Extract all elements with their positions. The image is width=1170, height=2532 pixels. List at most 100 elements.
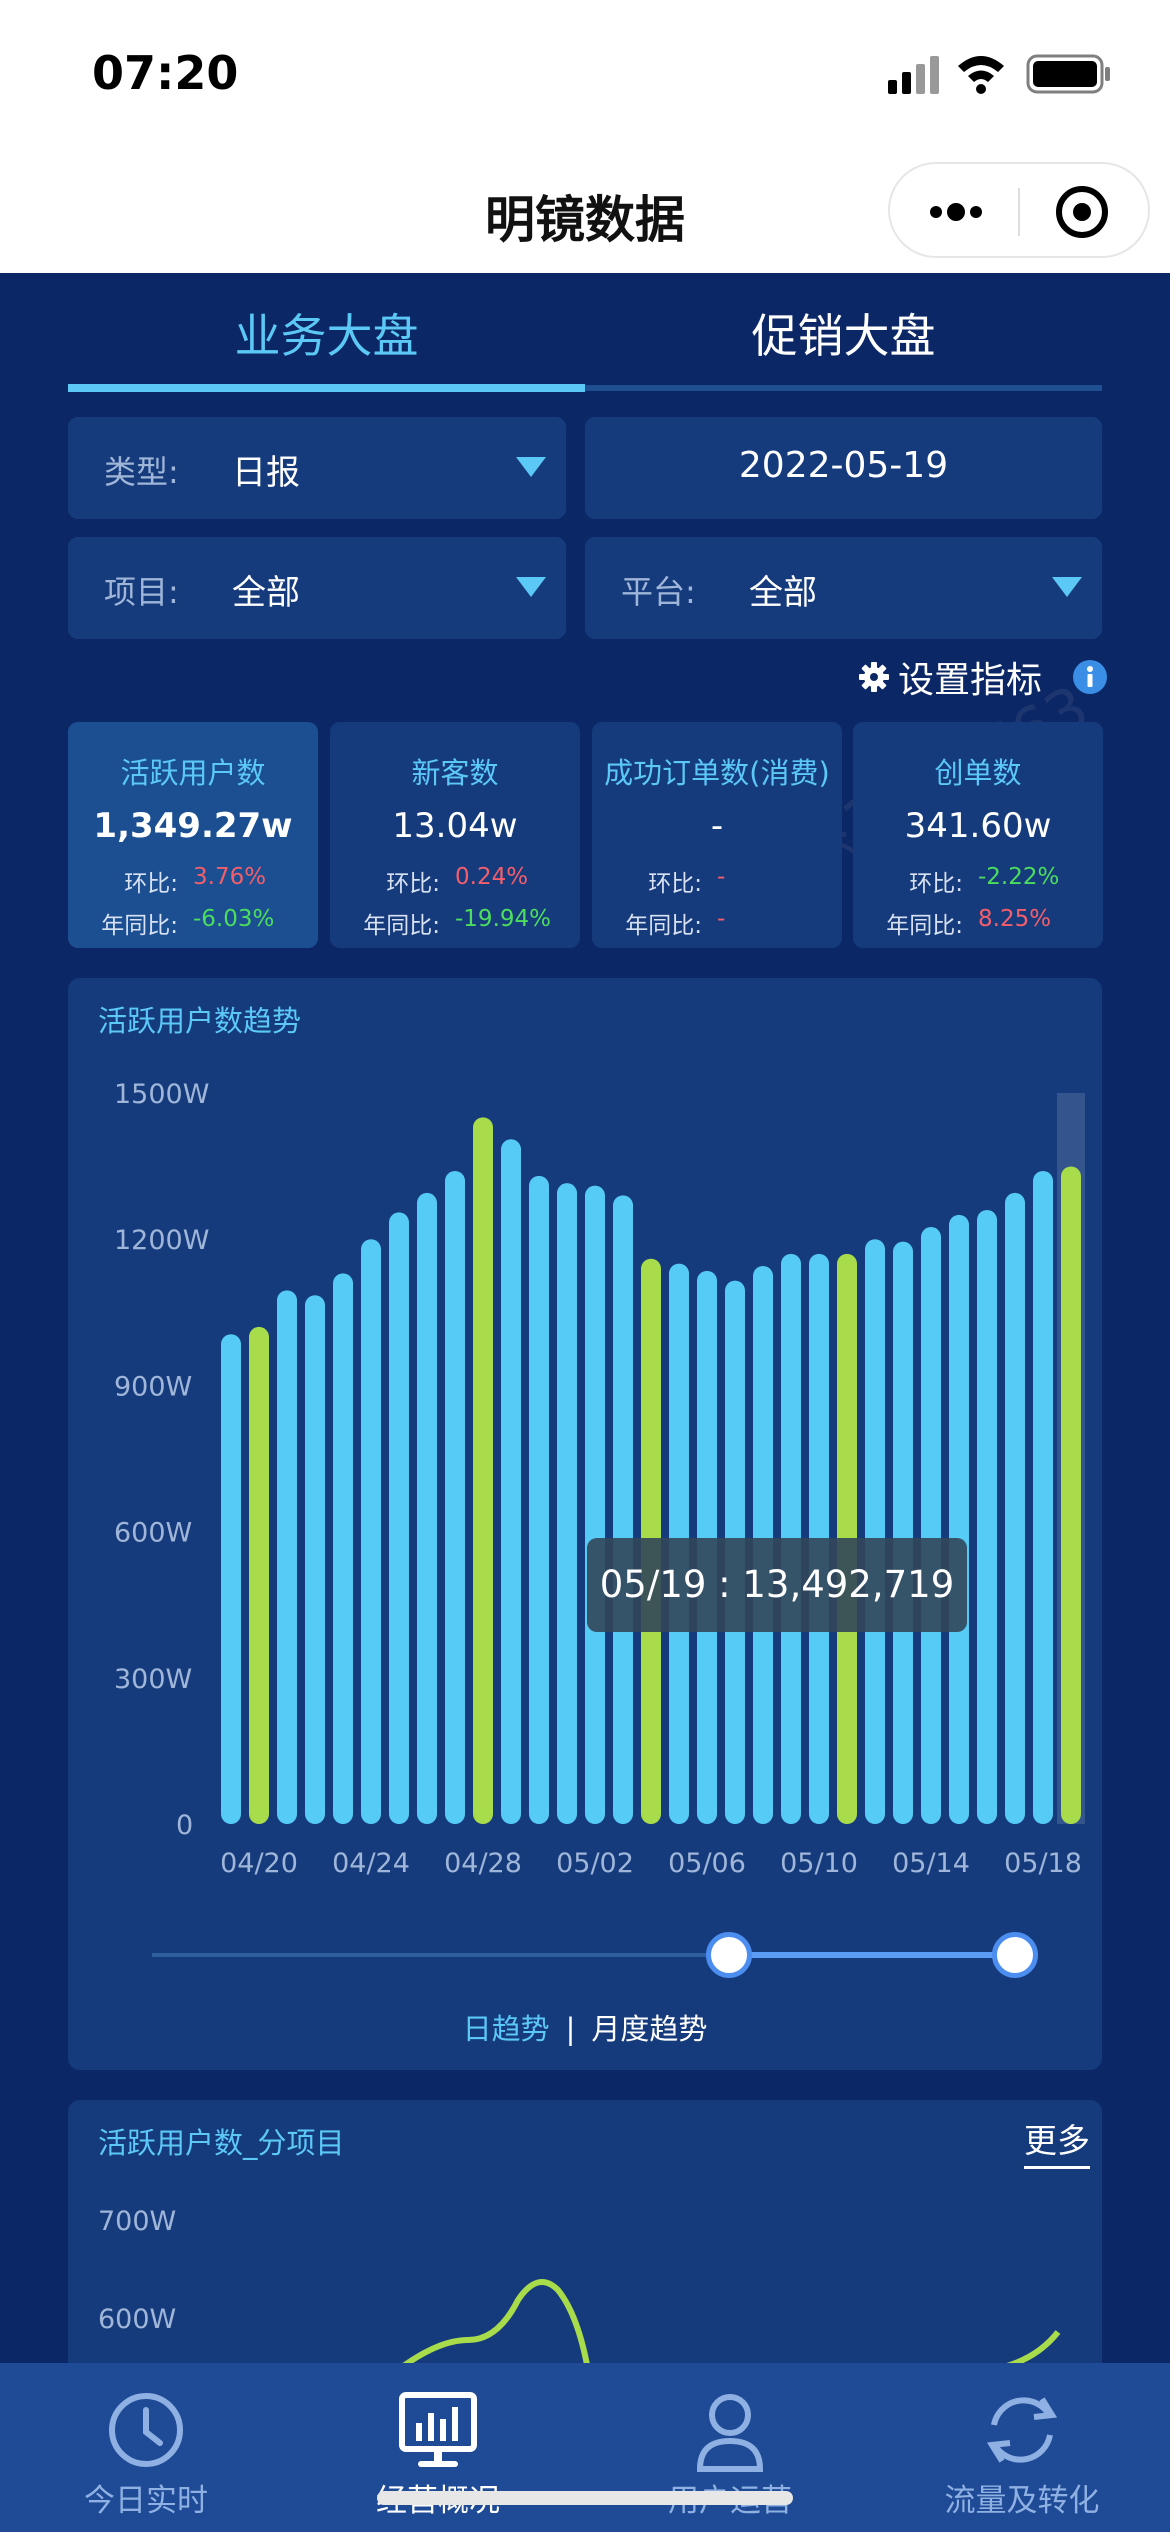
- metric-card[interactable]: 成功订单数(消费) - 环比: - 年同比: -: [592, 722, 842, 948]
- yoy-value: -: [717, 906, 726, 932]
- close-target-icon[interactable]: [1054, 184, 1110, 240]
- chart-bar[interactable]: [585, 1185, 605, 1824]
- bottom-tab-bar: 今日实时 经营概况 用户运营: [0, 2363, 1170, 2532]
- metric-title: 活跃用户数: [120, 756, 266, 790]
- mom-label: 环比:: [386, 871, 440, 897]
- project-label: 项目:: [104, 573, 179, 611]
- yoy-label: 年同比:: [363, 913, 440, 939]
- chart-bar[interactable]: [1005, 1192, 1025, 1824]
- type-select[interactable]: 类型: 日报: [68, 417, 566, 519]
- chart-bar[interactable]: [333, 1273, 353, 1824]
- range-slider-end-handle[interactable]: [992, 1932, 1038, 1978]
- info-icon[interactable]: [1072, 659, 1108, 695]
- yoy-label: 年同比:: [101, 913, 178, 939]
- project-panel: 活跃用户数_分项目 更多 700W 600W: [68, 2100, 1102, 2400]
- trend-switch: 日趋势 | 月度趋势: [68, 2006, 1102, 2048]
- mom-label: 环比:: [124, 871, 178, 897]
- platform-label: 平台:: [621, 573, 696, 611]
- chart-bar[interactable]: [417, 1192, 437, 1824]
- yoy-value: -6.03%: [193, 906, 275, 932]
- capsule-divider: [1018, 188, 1020, 236]
- x-tick-label: 04/28: [444, 1848, 522, 1879]
- settings-metrics-button[interactable]: 设置指标: [858, 652, 1108, 702]
- clock-icon: [109, 2393, 183, 2467]
- y-tick-label: 700W: [98, 2206, 176, 2237]
- tab-business[interactable]: 业务大盘: [68, 300, 585, 366]
- chart-bar[interactable]: [249, 1326, 269, 1824]
- tabbar-label: 流量及转化: [944, 2483, 1100, 2519]
- tabbar-label: 今日实时: [84, 2483, 208, 2519]
- x-tick-label: 04/20: [220, 1848, 298, 1879]
- x-tick-label: 05/18: [1004, 1848, 1082, 1879]
- tabbar-item-traffic[interactable]: 流量及转化: [876, 2363, 1168, 2532]
- chart-bar[interactable]: [277, 1290, 297, 1824]
- status-time: 07:20: [92, 46, 239, 100]
- metric-value: 341.60w: [904, 806, 1052, 846]
- daily-trend-tab[interactable]: 日趋势: [463, 2012, 550, 2046]
- platform-select[interactable]: 平台: 全部: [585, 537, 1102, 639]
- y-tick-label: 0: [176, 1810, 193, 1841]
- metric-value: 13.04w: [392, 806, 518, 846]
- yoy-label: 年同比:: [886, 913, 963, 939]
- home-indicator: [377, 2491, 793, 2505]
- trend-panel: 活跃用户数趋势 0 300W 600W 900W 1200W 1500W 04/20 04/2…: [68, 978, 1102, 2070]
- metric-card[interactable]: 活跃用户数 1,349.27w 环比: 3.76% 年同比: -6.03%: [68, 722, 318, 948]
- refresh-icon: [986, 2397, 1058, 2463]
- chart-bar[interactable]: [921, 1227, 941, 1824]
- metric-card[interactable]: 新客数 13.04w 环比: 0.24% 年同比: -19.94%: [330, 722, 580, 948]
- trend-switch-divider: |: [565, 2012, 576, 2046]
- y-tick-label: 600W: [114, 1518, 192, 1549]
- metric-title: 新客数: [411, 756, 499, 790]
- y-tick-label: 1500W: [114, 1079, 209, 1110]
- chart-bar[interactable]: [473, 1117, 493, 1824]
- mom-value: -2.22%: [978, 864, 1060, 890]
- chart-bar[interactable]: [1033, 1170, 1053, 1824]
- project-select[interactable]: 项目: 全部: [68, 537, 566, 639]
- tab-promotion[interactable]: 促销大盘: [585, 300, 1102, 366]
- chart-bar[interactable]: [613, 1195, 633, 1824]
- chart-bar[interactable]: [389, 1212, 409, 1824]
- x-tick-label: 05/06: [668, 1848, 746, 1879]
- chart-bar[interactable]: [529, 1175, 549, 1824]
- y-tick-label: 1200W: [114, 1225, 209, 1256]
- metric-card[interactable]: 创单数 341.60w 环比: -2.22% 年同比: 8.25%: [853, 722, 1103, 948]
- chart-bar[interactable]: [221, 1334, 241, 1824]
- tabbar-item-users[interactable]: 用户运营: [584, 2363, 876, 2532]
- project-chart: 700W 600W: [98, 2206, 1061, 2375]
- yoy-label: 年同比:: [625, 913, 702, 939]
- tabbar-item-realtime[interactable]: 今日实时: [0, 2363, 292, 2532]
- metric-title: 成功订单数(消费): [604, 756, 830, 790]
- bar-chart-icon: [399, 2392, 477, 2467]
- status-icons: [888, 54, 1110, 94]
- user-icon: [696, 2394, 764, 2472]
- chart-bar[interactable]: [557, 1183, 577, 1824]
- chart-bar[interactable]: [893, 1241, 913, 1824]
- signal-icon: [888, 56, 939, 94]
- chart-bar[interactable]: [501, 1139, 521, 1824]
- tabbar-item-overview[interactable]: 经营概况: [292, 2363, 584, 2532]
- platform-value: 全部: [749, 573, 817, 613]
- mom-value: -: [717, 864, 726, 890]
- series-line: [396, 2279, 591, 2373]
- date-picker[interactable]: 2022-05-19: [585, 417, 1102, 519]
- dropdown-arrow-icon: [516, 457, 546, 477]
- chart-bar[interactable]: [977, 1209, 997, 1824]
- chart-bar[interactable]: [1061, 1166, 1081, 1824]
- metric-value: 1,349.27w: [93, 806, 293, 846]
- range-slider-start-handle[interactable]: [706, 1932, 752, 1978]
- chart-tooltip: 05/19 : 13,492,719: [587, 1538, 967, 1632]
- chart-bar[interactable]: [305, 1295, 325, 1824]
- app-page: 07:20 明镜数据 业务大盘 促销大盘 类型: 日报 2022-05-19 项…: [0, 0, 1170, 2532]
- chart-bar[interactable]: [361, 1239, 381, 1824]
- chart-bar[interactable]: [865, 1239, 885, 1824]
- more-dots-icon[interactable]: [926, 194, 986, 230]
- trend-chart[interactable]: 0 300W 600W 900W 1200W 1500W 04/20 04/24 04/28 05…: [68, 978, 1102, 1898]
- yoy-value: 8.25%: [978, 906, 1052, 932]
- x-tick-label: 05/10: [780, 1848, 858, 1879]
- yoy-value: -19.94%: [455, 906, 551, 932]
- chart-bar[interactable]: [445, 1170, 465, 1824]
- chart-bar[interactable]: [949, 1214, 969, 1824]
- date-value: 2022-05-19: [738, 445, 949, 486]
- x-tick-label: 05/02: [556, 1848, 634, 1879]
- monthly-trend-tab[interactable]: 月度趋势: [591, 2012, 707, 2046]
